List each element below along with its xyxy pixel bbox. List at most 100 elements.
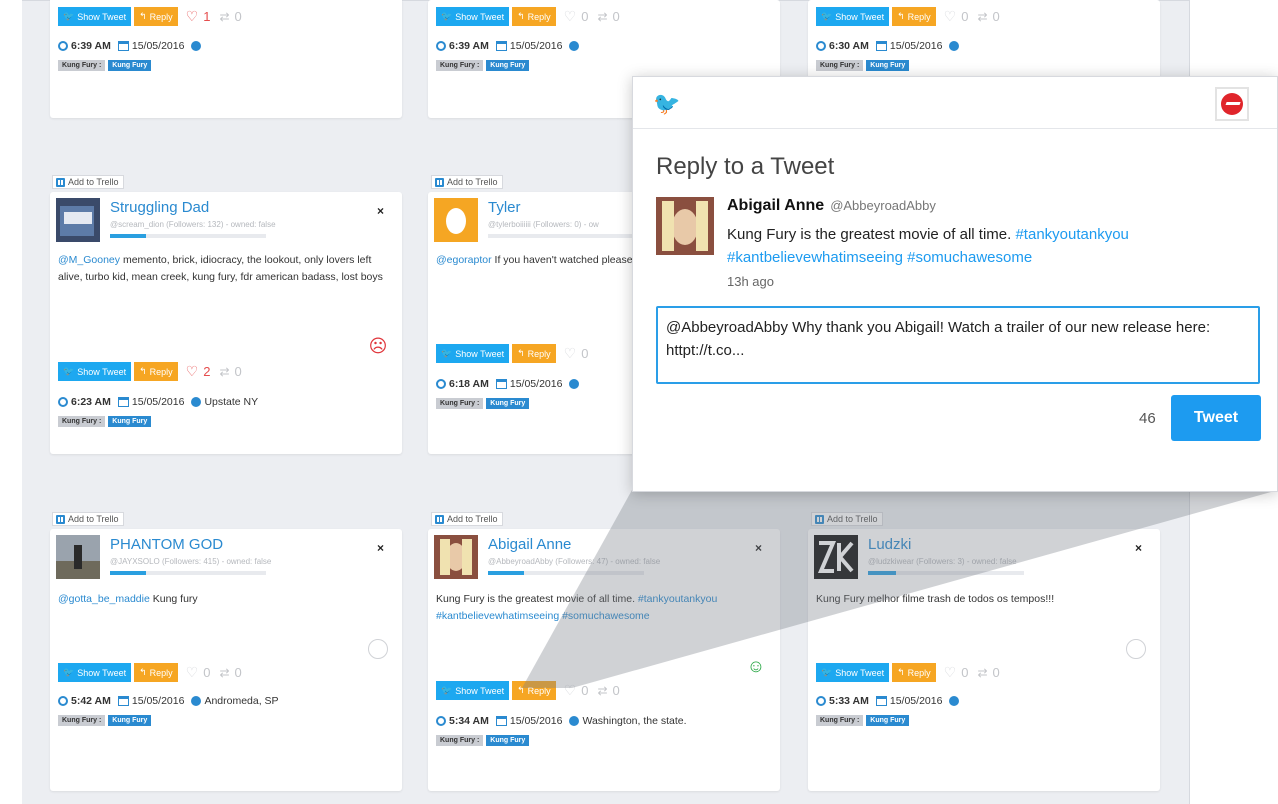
retweet-icon[interactable]: ⇄ (219, 365, 229, 379)
user-name[interactable]: Ludzki (868, 536, 911, 553)
tweet-button[interactable]: Tweet (1171, 395, 1261, 441)
trello-icon (56, 177, 65, 187)
tag-label: Kung Fury : (58, 416, 106, 427)
follower-bar (868, 571, 1024, 575)
clock-icon (436, 716, 446, 726)
add-to-trello-button[interactable]: Add to Trello (431, 175, 503, 189)
user-name[interactable]: Tyler (488, 199, 521, 216)
tweet-meta: 6:39 AM 15/05/2016 (58, 40, 202, 52)
tweet-meta: 6:23 AM 15/05/2016 Upstate NY (58, 396, 258, 408)
reply-button[interactable]: ↰ Reply (134, 362, 178, 381)
mention-link[interactable]: @M_Gooney (58, 254, 120, 266)
retweet-icon[interactable]: ⇄ (219, 10, 229, 24)
close-icon[interactable]: × (755, 541, 762, 555)
reply-button[interactable]: ↰ Reply (134, 663, 178, 682)
add-to-trello-button[interactable]: Add to Trello (52, 512, 124, 526)
user-name[interactable]: Abigail Anne (488, 536, 571, 553)
follower-bar (110, 234, 266, 238)
heart-icon[interactable]: ♡ (944, 8, 957, 25)
trello-icon (815, 514, 824, 524)
heart-icon[interactable]: ♡ (944, 664, 957, 681)
close-icon[interactable]: × (1135, 541, 1142, 555)
twitter-icon: 🐦 (821, 11, 833, 21)
user-name[interactable]: Struggling Dad (110, 199, 209, 216)
follower-bar (488, 234, 644, 238)
sentiment-placeholder (1126, 639, 1146, 659)
tag-value[interactable]: Kung Fury (486, 60, 530, 71)
tweet-card: PHANTOM GOD @JAYXSOLO (Followers: 415) -… (50, 529, 402, 791)
globe-icon (191, 397, 202, 407)
tweet-date: 15/05/2016 (509, 378, 563, 390)
tag-label: Kung Fury : (436, 735, 484, 746)
reply-button[interactable]: ↰ Reply (892, 7, 936, 26)
reply-button[interactable]: ↰ Reply (892, 663, 936, 682)
trello-icon (435, 514, 444, 524)
show-tweet-button[interactable]: 🐦 Show Tweet (436, 7, 510, 26)
tweet-actions: 🐦 Show Tweet ↰ Reply ♡ 0 ⇄ 0 (816, 7, 1000, 26)
tag-value[interactable]: Kung Fury (486, 735, 530, 746)
heart-icon[interactable]: ♡ (564, 682, 577, 699)
heart-icon[interactable]: ♡ (564, 345, 577, 362)
reply-button[interactable]: ↰ Reply (134, 7, 178, 26)
heart-icon[interactable]: ♡ (186, 8, 199, 25)
mention-link[interactable]: @gotta_be_maddie (58, 593, 150, 605)
trello-icon (56, 514, 65, 524)
heart-icon[interactable]: ♡ (186, 664, 199, 681)
tweet-time: 5:42 AM (71, 695, 111, 707)
retweet-icon[interactable]: ⇄ (597, 684, 607, 698)
tweet-meta: 5:34 AM 15/05/2016 Washington, the state… (436, 715, 687, 727)
tag-value[interactable]: Kung Fury (108, 60, 152, 71)
retweet-icon[interactable]: ⇄ (977, 10, 987, 24)
avatar (434, 535, 478, 579)
avatar (56, 535, 100, 579)
reply-button[interactable]: ↰ Reply (512, 7, 556, 26)
trello-icon (435, 177, 444, 187)
reply-button[interactable]: ↰ Reply (512, 681, 556, 700)
heart-icon[interactable]: ♡ (186, 363, 199, 380)
avatar (656, 197, 714, 255)
tag-value[interactable]: Kung Fury (108, 416, 152, 427)
sentiment-placeholder (368, 639, 388, 659)
tweet-time: 6:39 AM (449, 40, 489, 52)
show-tweet-button[interactable]: 🐦 Show Tweet (58, 362, 132, 381)
retweet-count: 0 (992, 665, 1000, 680)
reply-dialog: 🐦 Reply to a Tweet Abigail Anne @Abbeyroa… (632, 76, 1278, 492)
add-to-trello-button[interactable]: Add to Trello (52, 175, 124, 189)
retweet-icon[interactable]: ⇄ (597, 10, 607, 24)
tweet-actions: 🐦 Show Tweet ↰ Reply ♡ 0 ⇄ 0 (436, 681, 620, 700)
close-icon[interactable]: × (377, 204, 384, 218)
show-tweet-button[interactable]: 🐦 Show Tweet (58, 7, 132, 26)
reply-button[interactable]: ↰ Reply (512, 344, 556, 363)
dialog-header: 🐦 (633, 77, 1277, 129)
reply-text-input[interactable]: @AbbeyroadAbby Why thank you Abigail! Wa… (656, 306, 1260, 384)
user-meta: @scream_dion (Followers: 132) - owned: f… (110, 220, 276, 229)
tweet-author: Abigail Anne @AbbeyroadAbby (727, 197, 936, 214)
retweet-icon[interactable]: ⇄ (219, 666, 229, 680)
show-tweet-button[interactable]: 🐦 Show Tweet (436, 681, 510, 700)
tag-value[interactable]: Kung Fury (866, 60, 910, 71)
tag-label: Kung Fury : (58, 60, 106, 71)
tweet-text: @M_Gooney memento, brick, idiocracy, the… (58, 254, 383, 283)
show-tweet-button[interactable]: 🐦 Show Tweet (58, 663, 132, 682)
tweet-header: PHANTOM GOD @JAYXSOLO (Followers: 415) -… (56, 535, 396, 583)
tweet-date: 15/05/2016 (131, 695, 185, 707)
show-tweet-button[interactable]: 🐦 Show Tweet (816, 663, 890, 682)
tag-value[interactable]: Kung Fury (486, 398, 530, 409)
close-icon[interactable]: × (377, 541, 384, 555)
tag-value[interactable]: Kung Fury (108, 715, 152, 726)
retweet-count: 0 (234, 665, 242, 680)
user-name[interactable]: PHANTOM GOD (110, 536, 223, 553)
retweet-icon[interactable]: ⇄ (977, 666, 987, 680)
show-tweet-button[interactable]: 🐦 Show Tweet (436, 344, 510, 363)
add-to-trello-button[interactable]: Add to Trello (431, 512, 503, 526)
twitter-icon: 🐦 (441, 685, 453, 695)
show-tweet-button[interactable]: 🐦 Show Tweet (816, 7, 890, 26)
calendar-icon (495, 716, 507, 726)
heart-icon[interactable]: ♡ (564, 8, 577, 25)
avatar (56, 198, 100, 242)
tag-value[interactable]: Kung Fury (866, 715, 910, 726)
add-to-trello-button[interactable]: Add to Trello (811, 512, 883, 526)
reply-icon: ↰ (139, 667, 147, 677)
mention-link[interactable]: @egoraptor (436, 254, 492, 266)
like-count: 0 (581, 346, 589, 361)
